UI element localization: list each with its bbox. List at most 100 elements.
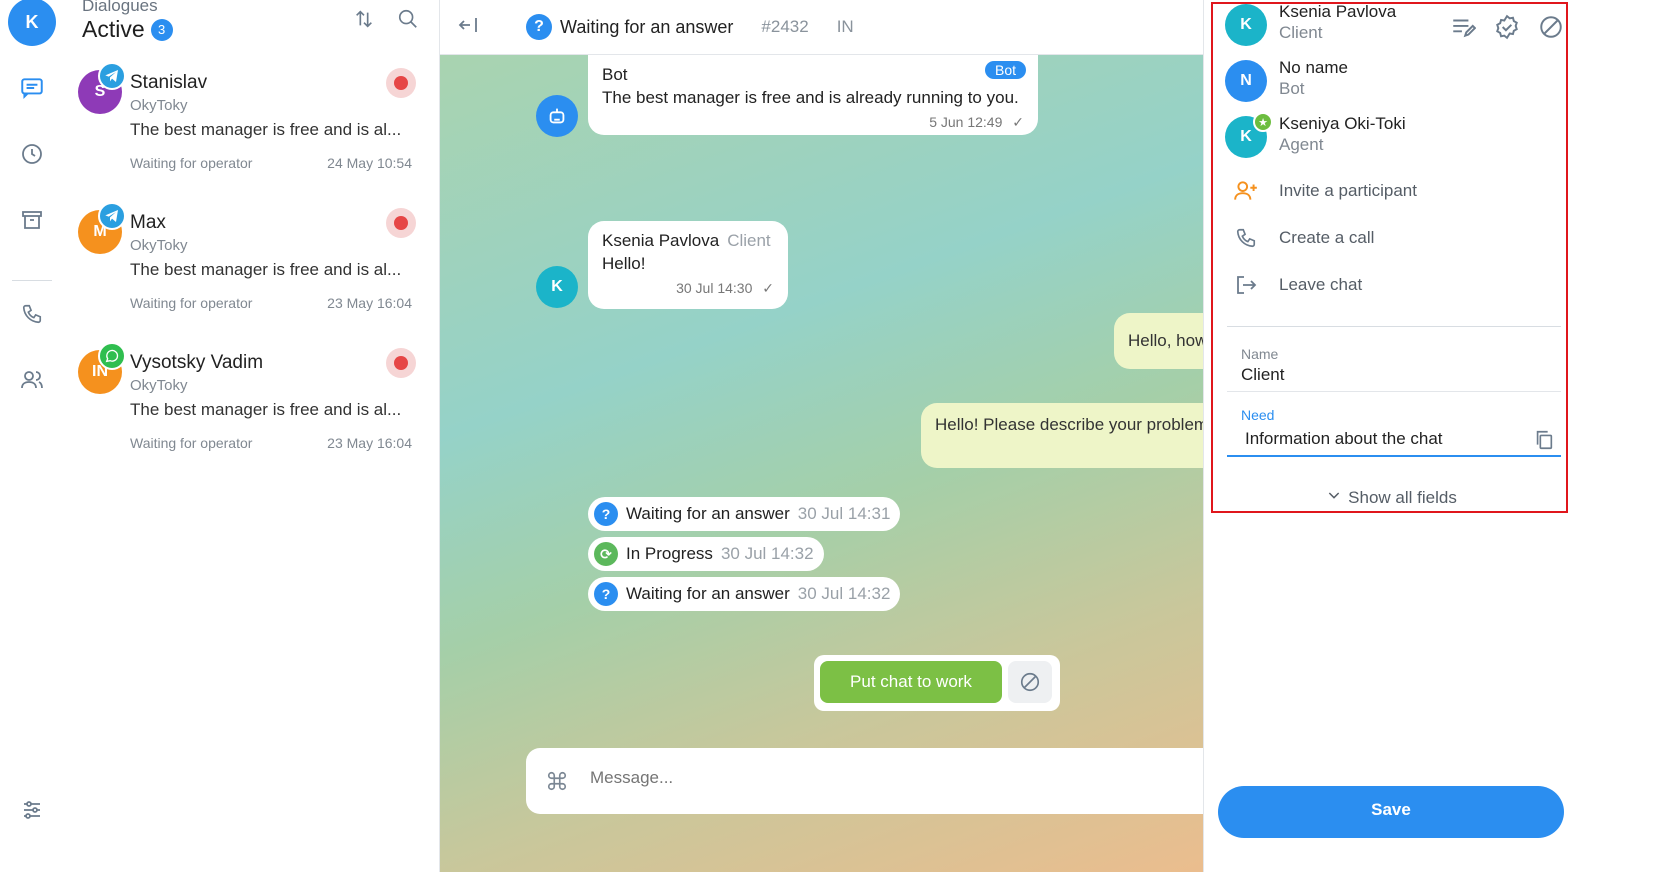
nav-rail: K — [0, 0, 64, 872]
search-icon[interactable] — [397, 8, 419, 35]
put-to-work-button[interactable]: Put chat to work — [820, 661, 1002, 703]
leave-label: Leave chat — [1279, 275, 1363, 294]
need-field-label: Need — [1241, 407, 1275, 423]
chat-messages[interactable]: Bot Bot The best manager is free and is … — [440, 55, 1203, 872]
chat-details-panel: K Ksenia Pavlova Client N No name Bot K … — [1203, 0, 1665, 872]
message-sender: Bot — [602, 65, 628, 84]
star-badge-icon: ★ — [1253, 112, 1273, 132]
read-check-icon: ✓ — [762, 280, 774, 296]
need-field[interactable]: Need Information about the chat — [1227, 407, 1561, 457]
unread-indicator — [386, 68, 416, 98]
participant-name: Kseniya Oki-Toki — [1279, 114, 1406, 133]
panel-divider — [1227, 326, 1561, 327]
call-label: Create a call — [1279, 228, 1375, 247]
dialog-item[interactable]: M Max OkyToky The best manager is free a… — [64, 202, 440, 342]
question-icon: ? — [594, 502, 618, 526]
phone-icon — [1233, 225, 1259, 251]
chat-status[interactable]: Waiting for an answer — [560, 17, 733, 38]
dialog-name: Stanislav — [130, 72, 208, 93]
status-event-time: 30 Jul 14:31 — [797, 504, 891, 523]
participant-item[interactable]: K ★ Kseniya Oki-Toki Agent — [1225, 112, 1565, 164]
dialog-date: 24 May 10:54 — [327, 155, 412, 171]
block-icon — [1020, 672, 1040, 692]
participant-role: Agent — [1279, 135, 1324, 154]
archive-icon[interactable] — [18, 206, 46, 234]
need-field-input[interactable]: Information about the chat — [1227, 427, 1561, 457]
participant-avatar: K — [1225, 4, 1267, 46]
chat-direction: IN — [836, 17, 854, 36]
invite-label: Invite a participant — [1279, 181, 1417, 200]
bot-tag: Bot — [984, 61, 1026, 79]
work-actions: Put chat to work — [814, 655, 1060, 711]
chat-header: ? Waiting for an answer #2432 IN — [440, 0, 1203, 55]
user-avatar[interactable]: K — [8, 0, 56, 46]
dialog-preview: The best manager is free and is al... — [130, 260, 402, 279]
save-button[interactable]: Save — [1218, 786, 1564, 838]
contacts-icon[interactable] — [18, 366, 46, 394]
chat-id: #2432 — [761, 17, 809, 36]
read-check-icon: ✓ — [1012, 114, 1024, 130]
invite-participant-button[interactable]: Invite a participant — [1233, 176, 1417, 206]
participant-name: No name — [1279, 58, 1348, 77]
name-field-label: Name — [1241, 346, 1279, 362]
message-input[interactable] — [590, 768, 1150, 788]
name-field[interactable]: Name Client — [1227, 346, 1561, 392]
exit-icon — [1233, 272, 1259, 298]
chevron-down-icon — [1326, 487, 1342, 508]
list-title-text: Active — [82, 16, 145, 42]
dialog-name: Max — [130, 212, 166, 233]
participant-name: Ksenia Pavlova — [1279, 2, 1397, 21]
dialog-preview: The best manager is free and is al... — [130, 400, 402, 419]
history-icon[interactable] — [18, 140, 46, 168]
copy-icon[interactable] — [1533, 429, 1555, 456]
sort-icon[interactable] — [353, 8, 375, 35]
show-all-label: Show all fields — [1348, 487, 1457, 507]
status-event-label: In Progress — [626, 544, 713, 563]
dialog-preview: The best manager is free and is al... — [130, 120, 402, 139]
message-sender-line: Ksenia Pavlova Client — [602, 231, 774, 251]
status-event-label: Waiting for an answer — [626, 584, 790, 603]
create-call-button[interactable]: Create a call — [1233, 223, 1374, 253]
dialog-status: Waiting for operator — [130, 295, 253, 311]
dialog-source: OkyToky — [130, 237, 188, 254]
leave-chat-button[interactable]: Leave chat — [1233, 270, 1362, 300]
message-text: The best manager is free and is already … — [602, 88, 1019, 107]
decline-button[interactable] — [1008, 661, 1052, 703]
command-icon[interactable] — [546, 770, 568, 797]
block-chat-icon[interactable] — [1538, 14, 1564, 45]
message-bubble: Ksenia Pavlova Client Hello! 30 Jul 14:30… — [588, 221, 788, 309]
collapse-left-icon[interactable] — [456, 13, 484, 42]
message-text: Hello! — [602, 254, 646, 273]
dialog-item[interactable]: S Stanislav OkyToky The best manager is … — [64, 62, 440, 202]
message-bubble: Bot Bot The best manager is free and is … — [588, 55, 1038, 135]
add-user-icon — [1233, 178, 1259, 204]
question-icon: ? — [594, 582, 618, 606]
participant-role: Bot — [1279, 79, 1305, 98]
dialog-date: 23 May 16:04 — [327, 435, 412, 451]
message-time: 30 Jul 14:30 — [676, 280, 753, 296]
edit-list-icon[interactable] — [1450, 14, 1477, 45]
telegram-icon — [98, 62, 126, 90]
list-title[interactable]: Active 3 — [82, 16, 173, 43]
participant-item[interactable]: N No name Bot — [1225, 58, 1565, 108]
settings-sliders-icon[interactable] — [18, 796, 46, 824]
dialog-status: Waiting for operator — [130, 155, 253, 171]
list-subtitle: Dialogues — [82, 0, 158, 15]
message-composer — [526, 748, 1203, 814]
dialog-item[interactable]: IN Vysotsky Vadim OkyToky The best manag… — [64, 342, 440, 482]
verified-check-icon[interactable] — [1494, 14, 1520, 45]
show-all-fields-button[interactable]: Show all fields — [1213, 487, 1570, 508]
message-role: Client — [727, 231, 771, 250]
message-meta: 5 Jun 12:49 ✓ — [602, 114, 1024, 131]
dialog-date: 23 May 16:04 — [327, 295, 412, 311]
dialog-list-panel: Dialogues Active 3 S Stanislav OkyToky T… — [64, 0, 440, 872]
phone-icon[interactable] — [18, 300, 46, 328]
panel-tools — [1450, 14, 1564, 45]
highlight-box: K Ksenia Pavlova Client N No name Bot K … — [1211, 2, 1568, 513]
list-header: Dialogues Active 3 — [82, 0, 173, 43]
status-event-time: 30 Jul 14:32 — [720, 544, 814, 563]
participant-avatar: N — [1225, 60, 1267, 102]
name-field-value: Client — [1241, 365, 1285, 384]
dialog-source: OkyToky — [130, 377, 188, 394]
chats-icon[interactable] — [18, 74, 46, 102]
